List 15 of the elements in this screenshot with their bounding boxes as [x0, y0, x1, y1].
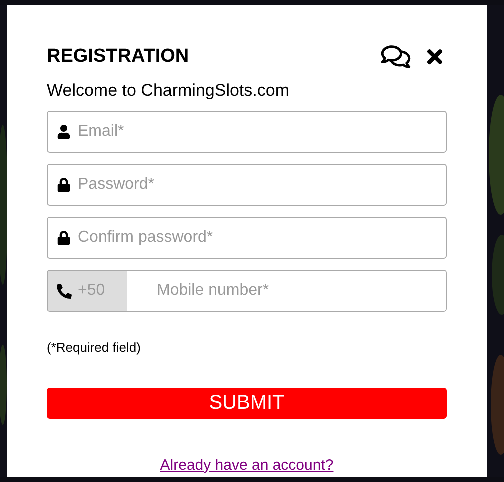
user-icon	[57, 125, 71, 139]
input-field[interactable]: Password*	[47, 164, 447, 206]
lock-icon	[57, 178, 71, 192]
modal-title: REGISTRATION	[47, 45, 190, 69]
chat-icon[interactable]	[381, 44, 411, 70]
phone-field[interactable]: +50 Mobile number*	[47, 270, 447, 312]
lock-icon	[57, 231, 71, 245]
country-code[interactable]: +50	[48, 271, 127, 311]
input-field[interactable]: Email*	[47, 111, 447, 153]
phone-icon	[57, 284, 72, 298]
required-note: (*Required field)	[47, 339, 142, 357]
submit-button[interactable]: SUBMIT	[47, 388, 447, 418]
input-field[interactable]: Confirm password*	[47, 217, 447, 259]
login-link[interactable]: Already have an account?	[160, 454, 334, 477]
welcome-text: Welcome to CharmingSlots.com	[47, 80, 290, 102]
